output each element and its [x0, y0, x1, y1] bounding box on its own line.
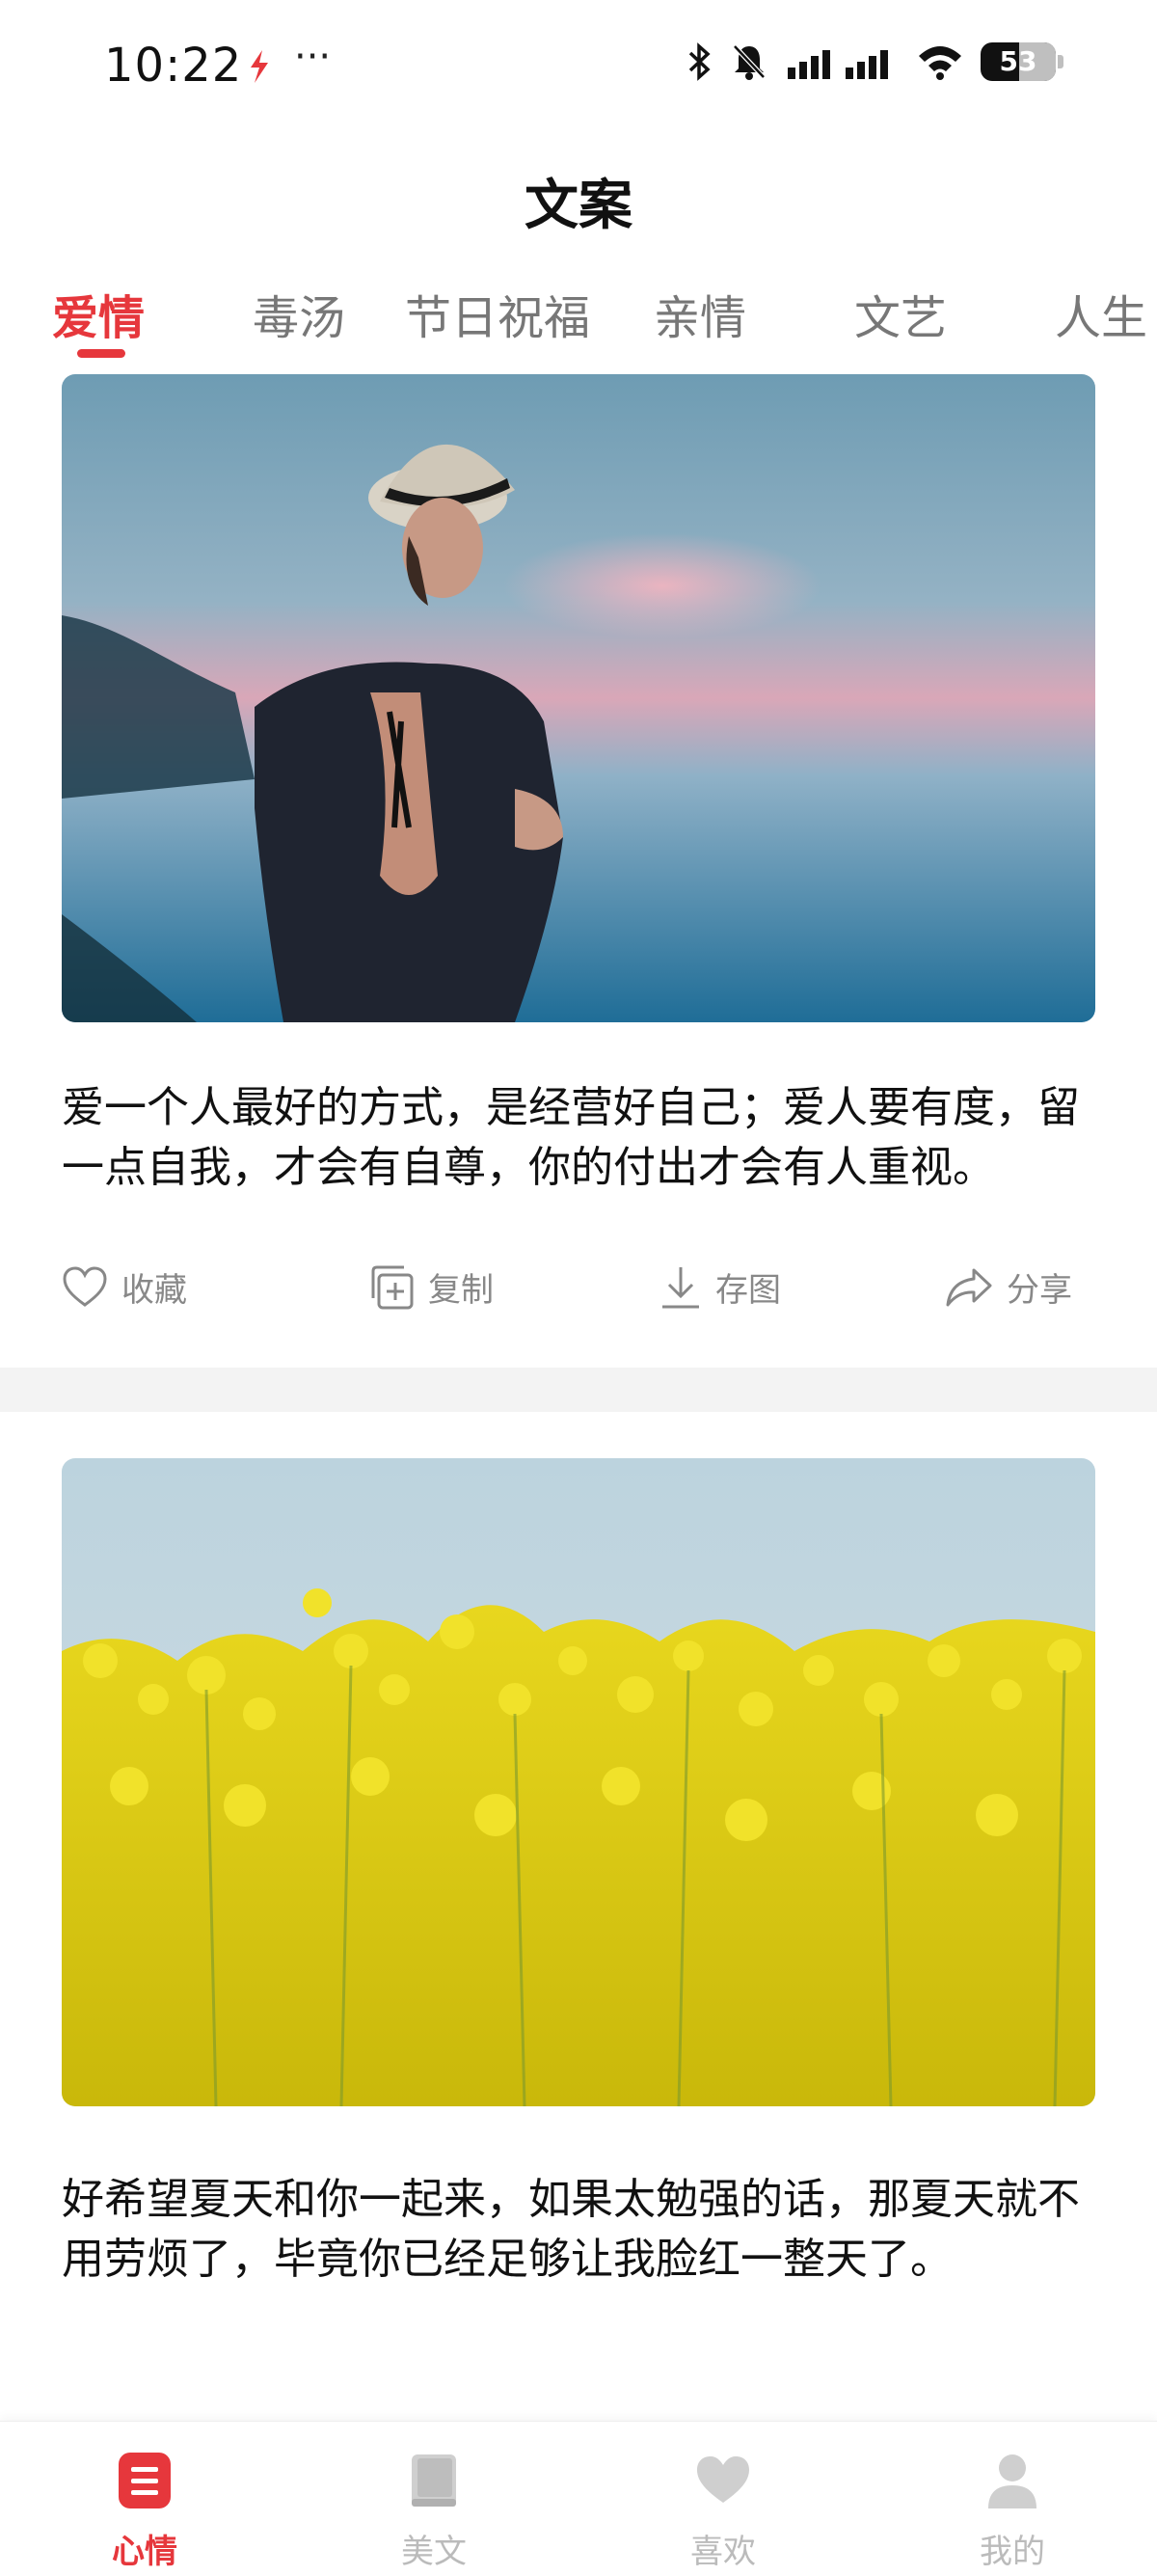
heart-outline-icon	[63, 1265, 107, 1307]
nav-mood-label: 心情	[112, 2533, 177, 2571]
card-image-rapeseed-flowers[interactable]	[62, 1458, 1095, 2106]
nav-articles[interactable]: 美文	[366, 2451, 501, 2572]
bluetooth-icon	[688, 42, 711, 81]
list-icon	[119, 2453, 171, 2508]
quote-text[interactable]: 好希望夏天和你一起来，如果太勉强的话，那夏天就不用劳烦了，毕竟你已经足够让我脸红…	[62, 2170, 1095, 2290]
status-icons: 53	[687, 42, 1063, 81]
tab-family[interactable]: 亲情	[654, 280, 746, 347]
tab-love[interactable]: 爱情	[52, 280, 145, 347]
save-image-button[interactable]: 存图	[659, 1263, 781, 1311]
copy-button[interactable]: 复制	[368, 1263, 494, 1311]
battery-level: 53	[999, 45, 1037, 77]
copy-label: 复制	[428, 1271, 494, 1310]
card-image-woman-lake[interactable]	[62, 374, 1095, 1022]
save-image-label: 存图	[715, 1271, 781, 1310]
nav-mood[interactable]: 心情	[77, 2451, 212, 2572]
nav-favorites-label: 喜欢	[690, 2533, 756, 2571]
active-tab-indicator	[77, 349, 125, 358]
mute-bell-icon	[733, 44, 766, 80]
status-more-icon: ···	[294, 35, 332, 79]
nav-favorites[interactable]: 喜欢	[656, 2451, 791, 2572]
collect-button[interactable]: 收藏	[62, 1263, 187, 1311]
status-bar: 10:22 ··· 53	[0, 0, 1157, 135]
page-title: 文案	[525, 175, 632, 237]
quote-card: 爱一个人最好的方式，是经营好自己；爱人要有度，留一点自我，才会有自尊，你的付出才…	[0, 374, 1157, 1368]
person-icon	[988, 2454, 1036, 2508]
nav-articles-label: 美文	[401, 2533, 467, 2571]
collect-label: 收藏	[121, 1271, 187, 1310]
download-icon	[662, 1266, 699, 1308]
nav-profile-label: 我的	[980, 2533, 1045, 2571]
wifi-icon	[919, 46, 961, 80]
card-actions: 收藏 复制 存图 分享	[0, 1263, 1157, 1321]
share-label: 分享	[1007, 1271, 1072, 1310]
category-tabs: 爱情 毒汤 节日祝福 亲情 文艺 人生	[0, 280, 1157, 366]
card-separator	[0, 1368, 1157, 1412]
heart-icon	[697, 2456, 749, 2503]
flash-icon	[251, 50, 268, 83]
signal-icon	[788, 50, 888, 79]
tab-literary[interactable]: 文艺	[854, 280, 947, 347]
share-button[interactable]: 分享	[945, 1263, 1072, 1311]
tab-holiday-wishes[interactable]: 节日祝福	[405, 280, 590, 347]
share-icon	[946, 1268, 992, 1306]
bottom-nav: 心情 美文 喜欢 我的	[0, 2421, 1157, 2576]
copy-icon	[371, 1265, 414, 1309]
status-time: 10:22	[104, 39, 243, 93]
battery-icon: 53	[981, 42, 1063, 81]
tab-life[interactable]: 人生	[1055, 280, 1147, 347]
nav-profile[interactable]: 我的	[945, 2451, 1080, 2572]
tab-poison-soup[interactable]: 毒汤	[253, 280, 345, 347]
quote-text[interactable]: 爱一个人最好的方式，是经营好自己；爱人要有度，留一点自我，才会有自尊，你的付出才…	[62, 1078, 1095, 1198]
book-icon	[412, 2454, 456, 2507]
quote-card: 好希望夏天和你一起来，如果太勉强的话，那夏天就不用劳烦了，毕竟你已经足够让我脸红…	[0, 1412, 1157, 2421]
